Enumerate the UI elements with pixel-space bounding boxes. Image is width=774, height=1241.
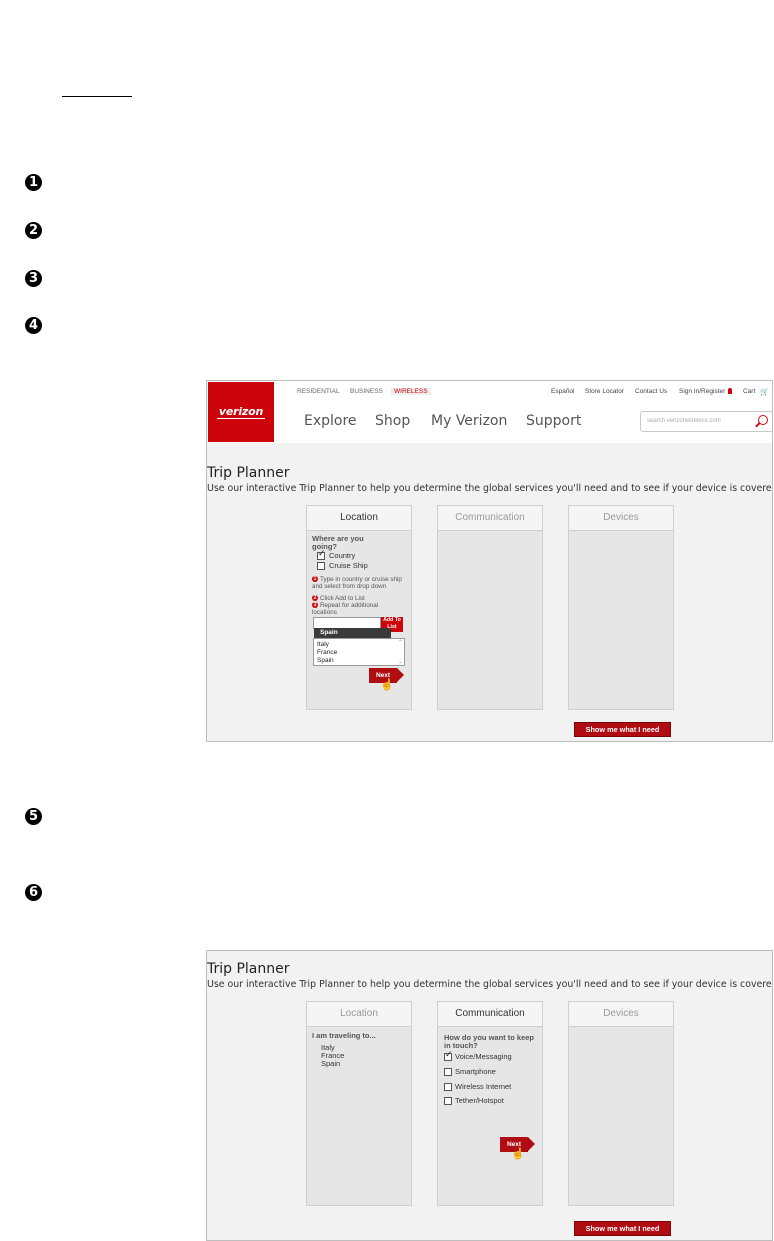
screenshot-location-step: verizon RESIDENTIAL BUSINESS WIRELESS Es… <box>206 380 773 742</box>
panel-location: Location I am traveling to... Italy Fran… <box>306 1001 412 1206</box>
checkbox-cruise-ship[interactable] <box>317 562 325 570</box>
search-icon[interactable] <box>758 415 768 425</box>
show-me-button[interactable]: Show me what I need <box>574 722 671 737</box>
list-item: Spain <box>317 657 334 664</box>
label-smartphone: Smartphone <box>455 1067 496 1076</box>
nav-shop[interactable]: Shop <box>375 413 410 429</box>
list-item: Italy <box>317 641 329 648</box>
panel-devices-header: Devices <box>569 506 673 531</box>
label-country: Country <box>329 551 356 560</box>
screenshot-communication-step: Trip Planner Use our interactive Trip Pl… <box>206 950 773 1241</box>
instruction-1: Type in country or cruise ship and selec… <box>312 576 402 590</box>
checkbox-smartphone[interactable] <box>444 1068 452 1076</box>
panel-location-header: Location <box>307 1002 411 1027</box>
page-description: Use our interactive Trip Planner to help… <box>207 979 773 990</box>
step-5-marker: 5 <box>25 808 42 825</box>
label-voice-messaging: Voice/Messaging <box>455 1052 512 1061</box>
list-item: Spain <box>321 1059 341 1068</box>
scroll-up-icon[interactable]: ⌃ <box>398 639 403 646</box>
step-2-marker: 2 <box>25 222 42 239</box>
util-contact-us[interactable]: Contact Us <box>635 388 667 395</box>
page-description: Use our interactive Trip Planner to help… <box>207 483 773 494</box>
checkbox-wireless-internet[interactable] <box>444 1083 452 1091</box>
step-6-marker: 6 <box>25 884 42 901</box>
step-4-marker: 4 <box>25 317 42 334</box>
keep-in-touch-question: How do you want to keep in touch? <box>444 1033 535 1050</box>
site-header: verizon RESIDENTIAL BUSINESS WIRELESS Es… <box>207 381 772 443</box>
util-sign-in[interactable]: Sign In/Register <box>679 388 725 395</box>
dropdown-suggestion[interactable]: Spain <box>314 628 391 638</box>
checkmark-icon: ✓ <box>318 548 326 558</box>
instruction-2: Click Add to List <box>320 595 365 602</box>
instruction-2-marker: 2 <box>312 595 318 601</box>
traveling-heading: I am traveling to... <box>312 1031 376 1040</box>
panel-devices: Devices <box>568 505 674 710</box>
label-wireless-internet: Wireless Internet <box>455 1082 512 1091</box>
instruction-3: Repeat for additional locations <box>312 602 379 616</box>
nav-explore[interactable]: Explore <box>304 413 357 429</box>
segment-residential[interactable]: RESIDENTIAL <box>297 388 340 395</box>
location-list[interactable]: Italy France Spain ⌃ ⌄ <box>313 638 405 666</box>
pointer-hand-icon: ☝ <box>511 1148 525 1160</box>
segment-wireless[interactable]: WIRELESS <box>391 388 431 395</box>
label-cruise-ship: Cruise Ship <box>329 561 368 570</box>
pointer-hand-icon: ☝ <box>380 679 394 691</box>
verizon-logo[interactable]: verizon <box>208 382 274 442</box>
panel-devices-header: Devices <box>569 1002 673 1027</box>
label-tether-hotspot: Tether/Hotspot <box>455 1096 504 1105</box>
panel-communication-header: Communication <box>438 506 542 531</box>
panel-devices: Devices <box>568 1001 674 1206</box>
page-title: Trip Planner <box>207 961 290 977</box>
show-me-button[interactable]: Show me what I need <box>574 1221 671 1236</box>
step-3-marker: 3 <box>25 270 42 287</box>
cart-icon: 🛒 <box>760 389 769 396</box>
panel-communication: Communication <box>437 505 543 710</box>
panel-communication: Communication How do you want to keep in… <box>437 1001 543 1206</box>
panel-location: Location Where are you going? ✓ Country … <box>306 505 412 710</box>
list-item: France <box>317 649 338 656</box>
util-store-locator[interactable]: Store Locator <box>585 388 624 395</box>
segment-business[interactable]: BUSINESS <box>350 388 383 395</box>
page-title: Trip Planner <box>207 465 290 481</box>
checkbox-tether-hotspot[interactable] <box>444 1097 452 1105</box>
checkmark-icon: ✓ <box>445 1049 453 1059</box>
panel-location-header: Location <box>307 506 411 531</box>
util-cart[interactable]: Cart <box>743 388 755 395</box>
header-rule <box>62 96 132 97</box>
panel-communication-header: Communication <box>438 1002 542 1027</box>
step-1-marker: 1 <box>25 174 42 191</box>
user-icon <box>728 388 732 394</box>
util-espanol[interactable]: Español <box>551 388 575 395</box>
search-input[interactable]: search verizonwireless.com <box>640 411 772 432</box>
nav-support[interactable]: Support <box>526 413 581 429</box>
scroll-down-icon[interactable]: ⌄ <box>398 658 403 665</box>
nav-my-verizon[interactable]: My Verizon <box>431 413 507 429</box>
